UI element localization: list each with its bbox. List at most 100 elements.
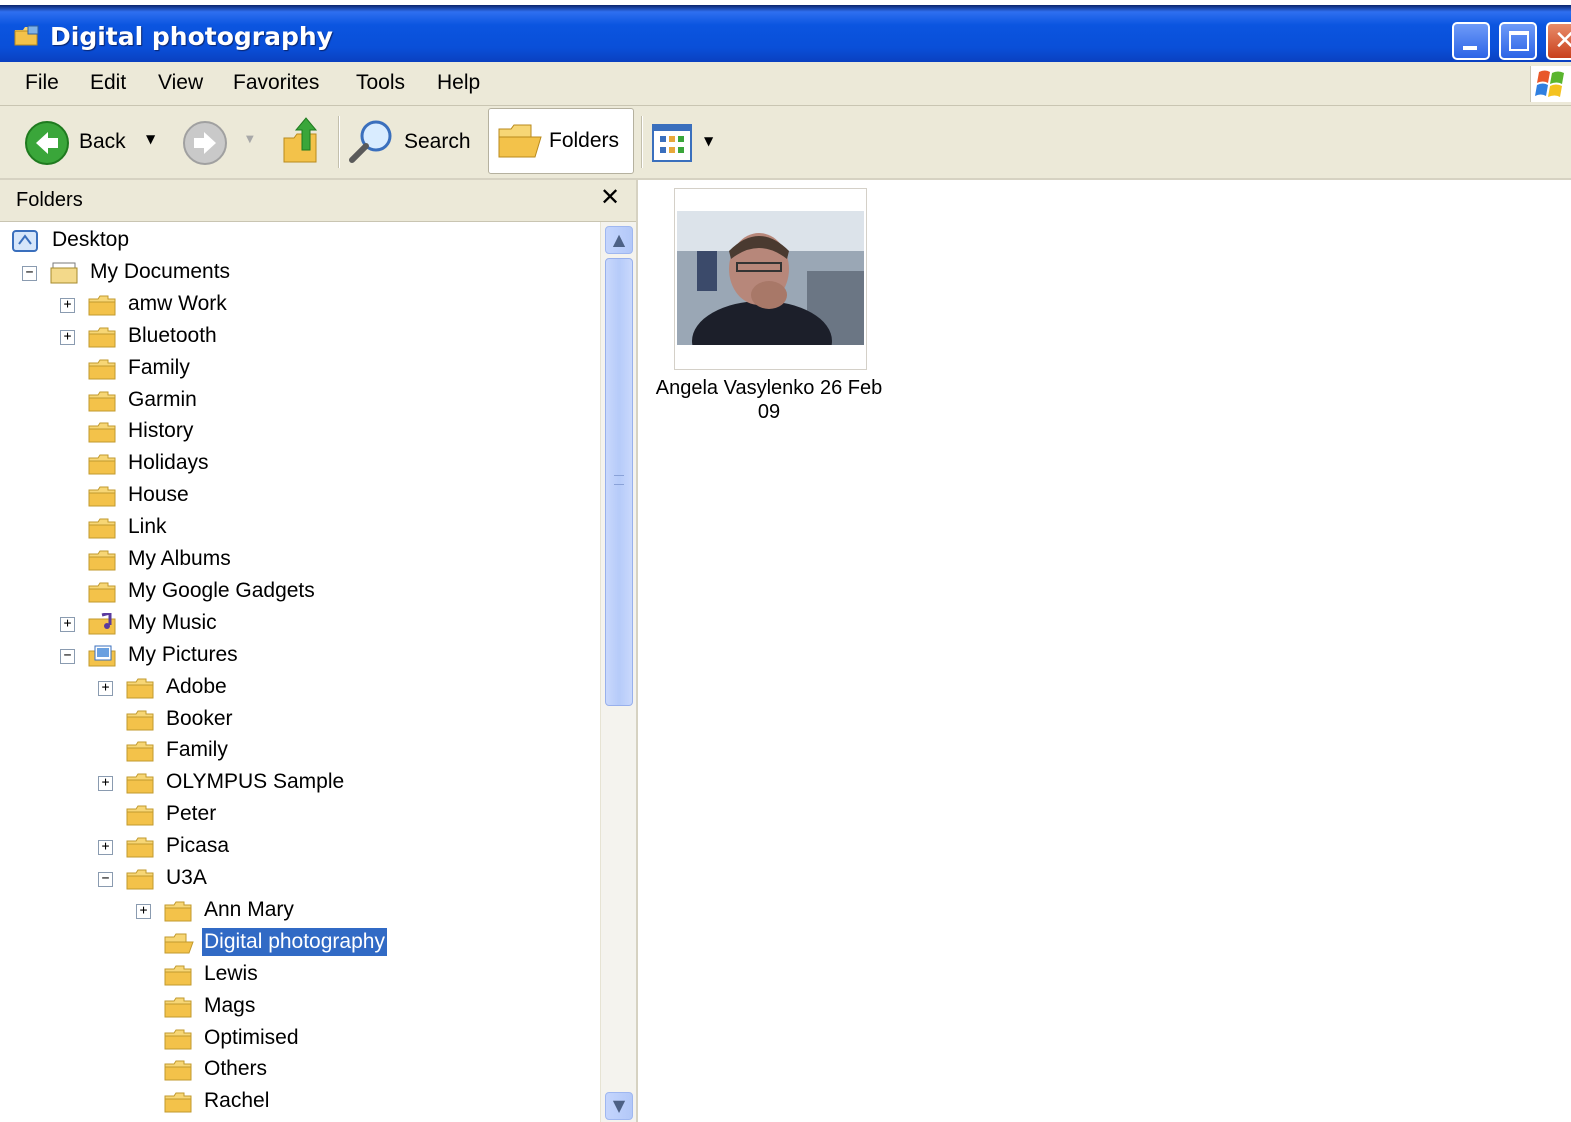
folder-icon: [88, 518, 116, 539]
expand-icon[interactable]: +: [60, 329, 75, 345]
tree-item-label: OLYMPUS Sample: [166, 770, 345, 794]
tree-item-label: Optimised: [204, 1025, 299, 1049]
folder-icon: [164, 1060, 192, 1081]
title-bar[interactable]: Digital photography ✕: [0, 0, 1571, 62]
tree-item[interactable]: House: [0, 481, 600, 511]
scroll-up-button[interactable]: ▲: [605, 226, 633, 254]
tree-item[interactable]: Family: [0, 736, 600, 766]
folder-icon: [126, 837, 154, 858]
my-documents-icon: [50, 262, 78, 284]
menu-tools[interactable]: Tools: [356, 71, 405, 95]
tree-item[interactable]: − My Pictures: [0, 641, 600, 671]
tree-item-label: Bluetooth: [128, 323, 217, 347]
folder-icon: [164, 1092, 192, 1113]
folder-icon: [164, 933, 194, 954]
tree-item[interactable]: Link: [0, 513, 600, 543]
maximize-button[interactable]: [1499, 22, 1537, 60]
expand-icon[interactable]: +: [136, 903, 151, 919]
tree-item[interactable]: + OLYMPUS Sample: [0, 768, 600, 798]
tree-item[interactable]: + Picasa: [0, 832, 600, 862]
back-label: Back: [79, 130, 126, 153]
tree-item-label: Family: [166, 738, 228, 762]
folder-icon: [88, 582, 116, 603]
back-arrow-icon: [25, 121, 69, 165]
menu-view[interactable]: View: [158, 71, 203, 95]
tree-item[interactable]: Others: [0, 1055, 600, 1085]
views-icon: [652, 124, 692, 162]
tree-item-label: Garmin: [128, 387, 197, 411]
tree-item-label: My Pictures: [128, 642, 238, 666]
tree-item[interactable]: Desktop: [0, 226, 600, 256]
tree-item[interactable]: Peter: [0, 800, 600, 830]
menu-edit[interactable]: Edit: [90, 71, 126, 95]
folder-icon: [88, 422, 116, 443]
folder-icon: [164, 965, 192, 986]
expand-icon[interactable]: +: [98, 776, 113, 792]
tree-item[interactable]: − U3A: [0, 864, 600, 894]
tree-item[interactable]: + Ann Mary: [0, 896, 600, 926]
expand-icon[interactable]: +: [98, 840, 113, 856]
tree-item-label: U3A: [166, 866, 207, 889]
minimize-icon: [1463, 46, 1477, 50]
tree-item[interactable]: My Albums: [0, 545, 600, 575]
tree-item-label: Others: [204, 1057, 268, 1081]
minimize-button[interactable]: [1452, 22, 1490, 60]
file-view: Angela Vasylenko 26 Feb 09: [636, 180, 1571, 1122]
folder-tree[interactable]: Desktop − My Documents + amw Work + Bluetooth F…: [0, 222, 600, 1122]
expand-icon[interactable]: +: [60, 297, 75, 313]
folder-icon: [126, 678, 154, 699]
folder-window-icon: [14, 25, 39, 46]
tree-item-label: Rachel: [204, 1089, 270, 1113]
folder-icon: [88, 295, 116, 316]
folders-button[interactable]: Folders: [488, 108, 634, 174]
expand-icon[interactable]: +: [60, 616, 75, 632]
collapse-icon[interactable]: −: [60, 648, 75, 664]
window-title: Digital photography: [50, 22, 333, 51]
tree-item[interactable]: Digital photography: [0, 927, 600, 958]
folder-icon: [164, 1029, 192, 1049]
up-folder-button[interactable]: [280, 116, 326, 166]
tree-item[interactable]: Holidays: [0, 449, 600, 479]
tree-item[interactable]: Rachel: [0, 1087, 600, 1117]
scroll-down-button[interactable]: ▼: [605, 1092, 633, 1120]
tree-item[interactable]: Garmin: [0, 386, 600, 416]
close-button[interactable]: ✕: [1546, 22, 1571, 60]
tree-item-label: Ann Mary: [204, 897, 294, 921]
tree-item[interactable]: Mags: [0, 992, 600, 1022]
menu-help[interactable]: Help: [437, 71, 480, 95]
tree-item-label: My Google Gadgets: [128, 578, 315, 602]
folder-icon: [88, 327, 116, 348]
scroll-thumb[interactable]: [605, 258, 633, 706]
forward-button[interactable]: ▼: [180, 118, 266, 166]
back-dropdown-icon[interactable]: ▼: [146, 132, 155, 146]
tree-item[interactable]: Lewis: [0, 960, 600, 990]
tree-item[interactable]: Family: [0, 354, 600, 384]
tree-item[interactable]: − My Documents: [0, 258, 600, 288]
close-pane-icon[interactable]: ✕: [600, 183, 620, 211]
tree-item[interactable]: + amw Work: [0, 290, 600, 320]
tree-item[interactable]: My Google Gadgets: [0, 577, 600, 607]
tree-item[interactable]: + Adobe: [0, 673, 600, 703]
collapse-icon[interactable]: −: [98, 872, 113, 887]
collapse-icon[interactable]: −: [22, 265, 37, 281]
forward-dropdown-icon[interactable]: ▼: [246, 134, 254, 145]
tree-item[interactable]: Booker: [0, 705, 600, 735]
views-dropdown-icon[interactable]: ▼: [704, 134, 713, 148]
menu-file[interactable]: File: [25, 71, 59, 95]
back-button[interactable]: Back ▼: [22, 118, 162, 166]
grip-icon: [614, 475, 624, 485]
tree-item[interactable]: History: [0, 417, 600, 447]
file-item[interactable]: Angela Vasylenko 26 Feb 09: [638, 180, 898, 430]
tree-item[interactable]: + Bluetooth: [0, 322, 600, 352]
toolbar-separator: [641, 116, 643, 168]
search-button[interactable]: Search: [346, 116, 476, 168]
scrollbar[interactable]: ▲ ▼: [600, 222, 636, 1122]
folder-icon: [164, 997, 192, 1018]
expand-icon[interactable]: +: [98, 680, 113, 696]
views-button[interactable]: ▼: [652, 124, 722, 164]
toolbar: Back ▼ ▼ Search Folders ▼: [0, 106, 1571, 180]
menu-favorites[interactable]: Favorites: [233, 71, 319, 95]
tree-item[interactable]: + My Music: [0, 609, 600, 639]
tree-item[interactable]: Optimised: [0, 1024, 600, 1054]
thumbnail-frame: [674, 188, 867, 370]
